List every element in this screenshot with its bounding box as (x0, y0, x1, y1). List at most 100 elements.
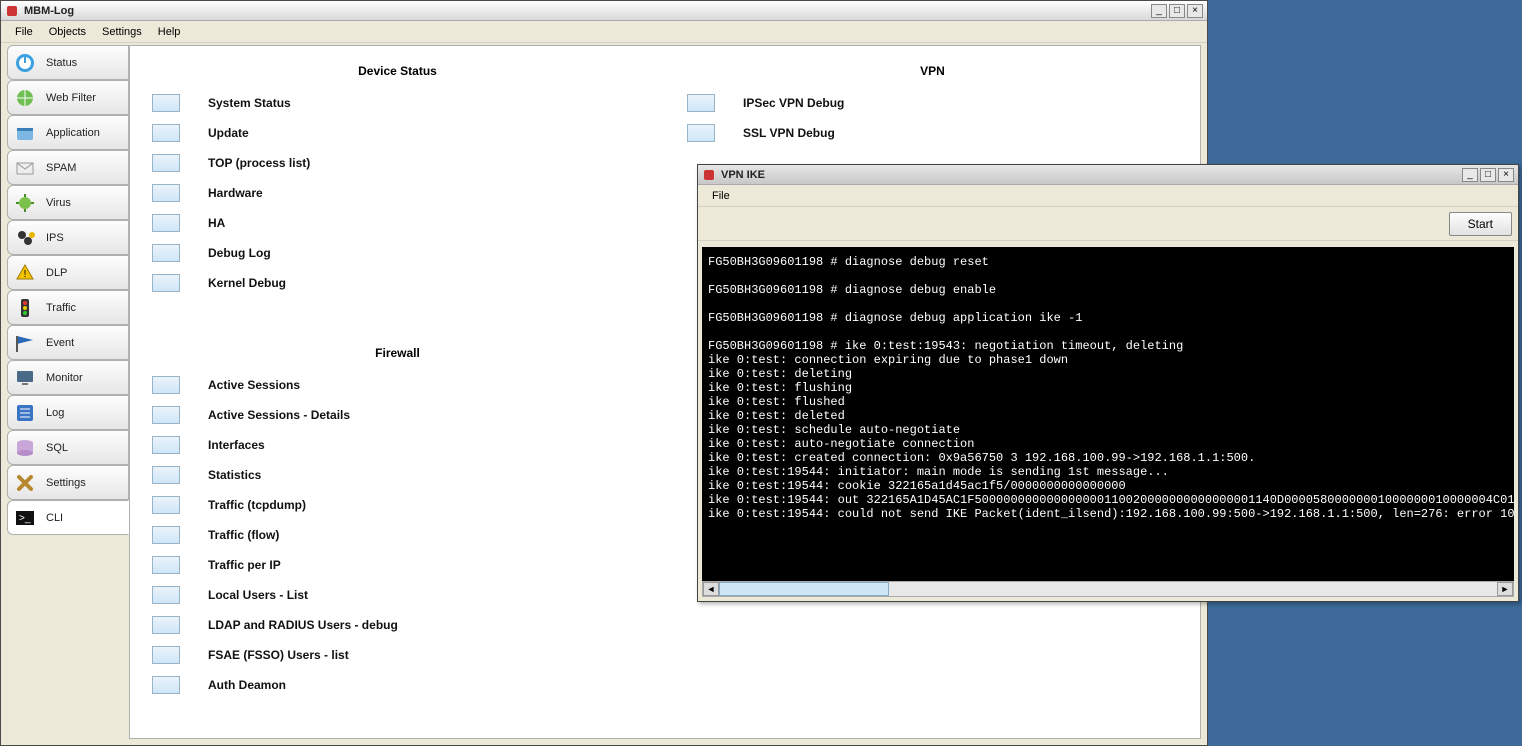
sidebar-label: Virus (46, 197, 71, 209)
sidebar-tab-sql[interactable]: SQL (7, 430, 129, 465)
menu-file[interactable]: File (7, 23, 41, 41)
sidebar-label: SPAM (46, 162, 76, 174)
log-icon (14, 402, 36, 424)
main-titlebar: MBM-Log _ □ × (1, 1, 1207, 21)
sidebar: Status Web Filter Application SPAM Virus IPS!… (7, 45, 129, 739)
firewall-row: Traffic (flow) (150, 520, 645, 550)
horizontal-scrollbar[interactable]: ◄ ► (702, 581, 1514, 597)
vpn-label: IPSec VPN Debug (743, 96, 844, 110)
popup-close-button[interactable]: × (1498, 168, 1514, 182)
menu-settings[interactable]: Settings (94, 23, 150, 41)
firewall-checkbox[interactable] (152, 436, 180, 454)
firewall-checkbox[interactable] (152, 556, 180, 574)
vpn-row: SSL VPN Debug (685, 118, 1180, 148)
device-status-checkbox[interactable] (152, 94, 180, 112)
spam-icon (14, 157, 36, 179)
device-status-row: Hardware (150, 178, 645, 208)
firewall-label: Interfaces (208, 438, 265, 452)
sidebar-label: DLP (46, 267, 67, 279)
sql-icon (14, 437, 36, 459)
event-icon (14, 332, 36, 354)
main-menubar: File Objects Settings Help (1, 21, 1207, 43)
sidebar-tab-cli[interactable]: >_CLI (7, 500, 129, 535)
device-status-checkbox[interactable] (152, 214, 180, 232)
sidebar-label: Status (46, 57, 77, 69)
firewall-row: Traffic per IP (150, 550, 645, 580)
scroll-thumb[interactable] (719, 582, 889, 596)
firewall-label: Traffic (tcpdump) (208, 498, 306, 512)
firewall-checkbox[interactable] (152, 526, 180, 544)
main-close-button[interactable]: × (1187, 4, 1203, 18)
sidebar-tab-event[interactable]: Event (7, 325, 129, 360)
firewall-checkbox[interactable] (152, 676, 180, 694)
main-minimize-button[interactable]: _ (1151, 4, 1167, 18)
svg-text:>_: >_ (19, 513, 31, 524)
sidebar-label: Traffic (46, 302, 76, 314)
firewall-checkbox[interactable] (152, 466, 180, 484)
sidebar-tab-status[interactable]: Status (7, 45, 129, 80)
sidebar-tab-web-filter[interactable]: Web Filter (7, 80, 129, 115)
app-icon (5, 4, 19, 18)
firewall-row: LDAP and RADIUS Users - debug (150, 610, 645, 640)
device-status-checkbox[interactable] (152, 124, 180, 142)
menu-help[interactable]: Help (150, 23, 189, 41)
sidebar-label: Event (46, 337, 74, 349)
device-status-label: TOP (process list) (208, 156, 310, 170)
sidebar-tab-application[interactable]: Application (7, 115, 129, 150)
firewall-label: Active Sessions - Details (208, 408, 350, 422)
vpn-checkbox[interactable] (687, 94, 715, 112)
sidebar-tab-log[interactable]: Log (7, 395, 129, 430)
device-status-checkbox[interactable] (152, 244, 180, 262)
popup-minimize-button[interactable]: _ (1462, 168, 1478, 182)
firewall-label: LDAP and RADIUS Users - debug (208, 618, 398, 632)
scroll-right-arrow[interactable]: ► (1497, 582, 1513, 596)
sidebar-tab-spam[interactable]: SPAM (7, 150, 129, 185)
vpn-checkbox[interactable] (687, 124, 715, 142)
firewall-row: Active Sessions (150, 370, 645, 400)
firewall-checkbox[interactable] (152, 406, 180, 424)
sidebar-tab-traffic[interactable]: Traffic (7, 290, 129, 325)
terminal-wrap: FG50BH3G09601198 # diagnose debug reset … (702, 247, 1514, 581)
device-status-row: Kernel Debug (150, 268, 645, 298)
firewall-row: Active Sessions - Details (150, 400, 645, 430)
popup-menu-file[interactable]: File (704, 187, 738, 205)
sidebar-tab-monitor[interactable]: Monitor (7, 360, 129, 395)
main-maximize-button[interactable]: □ (1169, 4, 1185, 18)
device-status-checkbox[interactable] (152, 274, 180, 292)
firewall-row: Interfaces (150, 430, 645, 460)
popup-app-icon (702, 168, 716, 182)
sidebar-label: SQL (46, 442, 68, 454)
firewall-label: Traffic per IP (208, 558, 281, 572)
start-button[interactable]: Start (1449, 212, 1512, 236)
device-status-row: TOP (process list) (150, 148, 645, 178)
ips-icon (14, 227, 36, 249)
device-status-checkbox[interactable] (152, 154, 180, 172)
firewall-label: Local Users - List (208, 588, 308, 602)
main-title: MBM-Log (24, 5, 1151, 17)
dlp-icon: ! (14, 262, 36, 284)
web-filter-icon (14, 87, 36, 109)
firewall-row: Statistics (150, 460, 645, 490)
device-status-checkbox[interactable] (152, 184, 180, 202)
scroll-track[interactable] (719, 582, 1497, 596)
traffic-icon (14, 297, 36, 319)
firewall-checkbox[interactable] (152, 496, 180, 514)
firewall-checkbox[interactable] (152, 616, 180, 634)
cli-icon: >_ (14, 507, 36, 529)
vpn-heading: VPN (685, 56, 1180, 88)
sidebar-tab-ips[interactable]: IPS (7, 220, 129, 255)
scroll-left-arrow[interactable]: ◄ (703, 582, 719, 596)
device-status-label: Update (208, 126, 249, 140)
sidebar-tab-dlp[interactable]: ! DLP (7, 255, 129, 290)
monitor-icon (14, 367, 36, 389)
firewall-checkbox[interactable] (152, 376, 180, 394)
popup-maximize-button[interactable]: □ (1480, 168, 1496, 182)
sidebar-tab-virus[interactable]: Virus (7, 185, 129, 220)
device-status-row: Update (150, 118, 645, 148)
sidebar-tab-settings[interactable]: Settings (7, 465, 129, 500)
application-icon (14, 122, 36, 144)
firewall-checkbox[interactable] (152, 586, 180, 604)
sidebar-label: Web Filter (46, 92, 96, 104)
firewall-checkbox[interactable] (152, 646, 180, 664)
menu-objects[interactable]: Objects (41, 23, 94, 41)
